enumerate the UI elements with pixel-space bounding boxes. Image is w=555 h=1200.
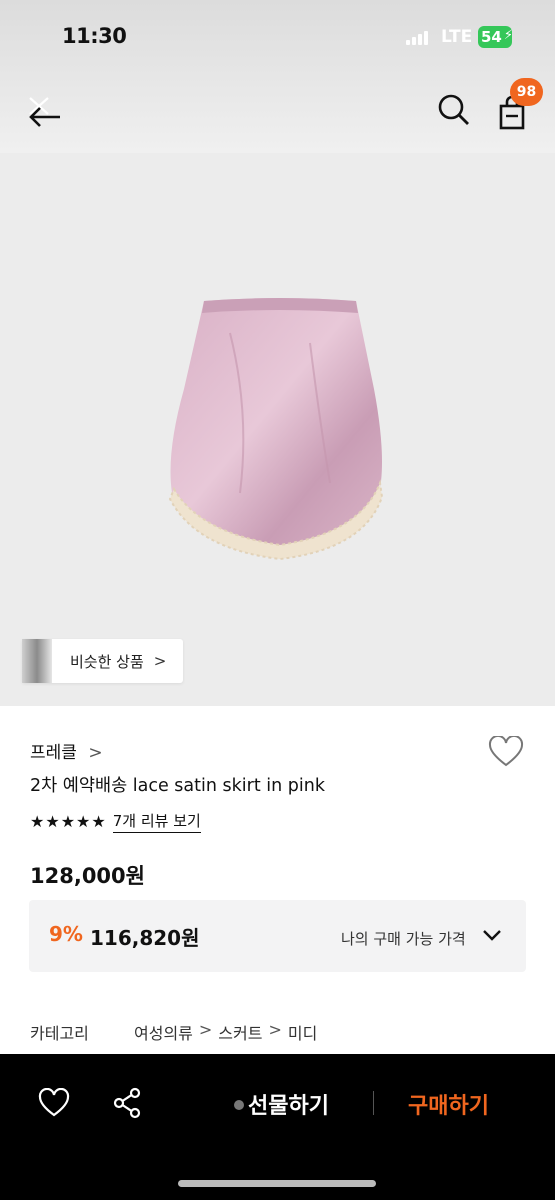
similar-products-label: 비슷한 상품 (70, 652, 144, 671)
back-arrow-icon (29, 97, 60, 127)
review-link[interactable]: 7개 리뷰 보기 (112, 810, 201, 833)
cart-count-badge: 98 (510, 78, 543, 106)
gift-button[interactable]: 선물하기 (248, 1088, 329, 1120)
signal-icon (406, 31, 430, 45)
skirt-image (168, 298, 384, 561)
divider (373, 1091, 374, 1115)
original-price: 128,000원 (30, 864, 145, 888)
breadcrumb-separator: > (268, 1020, 282, 1039)
category-row: 카테고리 여성의류 > 스커트 > 미디 (30, 1020, 317, 1044)
star-rating: ★★★★★ (30, 812, 107, 831)
breadcrumb-item[interactable]: 여성의류 (134, 1020, 193, 1044)
share-button[interactable] (112, 1087, 142, 1119)
discount-price: 116,820원 (90, 926, 200, 950)
nav-bar (0, 76, 555, 142)
top-area: 11:30 LTE 54 ⚡ 98 (0, 0, 555, 153)
back-button[interactable] (24, 84, 68, 128)
heart-icon (38, 1087, 70, 1117)
dot-indicator (234, 1100, 244, 1110)
breadcrumb-separator: > (198, 1020, 213, 1039)
brand-link[interactable]: 프레클 > (30, 738, 103, 763)
bottom-wishlist-button[interactable] (38, 1087, 70, 1118)
category-label: 카테고리 (30, 1024, 89, 1043)
heart-icon (488, 734, 524, 767)
brand-name: 프레클 (30, 743, 77, 763)
chevron-right-icon: > (153, 652, 167, 670)
status-bar: 11:30 LTE 54 ⚡ (0, 0, 555, 76)
battery-level: 54 (481, 28, 502, 46)
network-label: LTE (441, 27, 473, 47)
wishlist-button[interactable] (488, 734, 524, 768)
buy-button[interactable]: 구매하기 (408, 1088, 489, 1120)
discount-rate: 9% (49, 922, 83, 946)
charging-icon: ⚡ (503, 28, 513, 43)
battery-icon: 54 ⚡ (478, 26, 513, 48)
chevron-down-icon[interactable] (481, 926, 503, 944)
home-indicator (178, 1180, 376, 1187)
share-icon (113, 1087, 141, 1119)
my-price-label: 나의 구매 가능 가격 (341, 930, 466, 948)
bottom-action-bar: 선물하기 구매하기 (0, 1054, 555, 1200)
product-name: 2차 예약배송 lace satin skirt in pink (30, 776, 325, 796)
breadcrumb-item[interactable]: 미디 (288, 1020, 317, 1044)
rating-row: ★★★★★ 7개 리뷰 보기 (30, 810, 201, 833)
product-image[interactable]: 비슷한 상품 > (0, 153, 555, 706)
status-time: 11:30 (62, 24, 127, 48)
similar-thumbnail (22, 639, 52, 683)
chevron-right-icon: > (88, 743, 103, 763)
search-icon (438, 94, 469, 125)
breadcrumb-item[interactable]: 스커트 (218, 1020, 262, 1044)
search-button[interactable] (434, 90, 474, 130)
discount-box[interactable]: 9% 116,820원 나의 구매 가능 가격 (29, 900, 526, 972)
similar-products-button[interactable]: 비슷한 상품 > (22, 639, 183, 683)
